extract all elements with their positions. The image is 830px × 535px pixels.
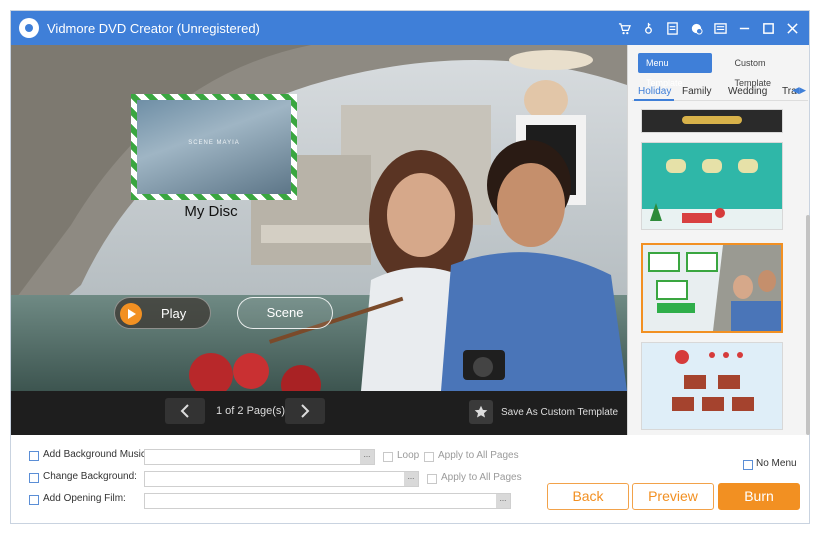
play-label: Play	[161, 306, 187, 321]
burn-button[interactable]: Burn	[718, 483, 800, 510]
background-music-checkbox[interactable]	[29, 451, 39, 461]
scene-button[interactable]: Scene	[237, 297, 333, 329]
apply-all-background-checkbox[interactable]	[427, 474, 437, 484]
cart-icon[interactable]	[615, 19, 633, 37]
thumbnail-caption: SCENE MAYIA	[188, 140, 240, 146]
template-panel: Menu Template Custom Template Holiday Fa…	[627, 45, 810, 435]
menu-preview: SCENE MAYIA My Disc Play Scene	[11, 45, 627, 391]
play-button[interactable]: Play	[114, 297, 211, 329]
template-tabs: Menu Template Custom Template	[638, 53, 809, 88]
title-bar: Vidmore DVD Creator (Unregistered)	[11, 11, 809, 45]
change-background-browse-button[interactable]: ...	[404, 472, 418, 486]
document-icon[interactable]	[663, 19, 681, 37]
opening-film-field[interactable]: ...	[144, 493, 511, 509]
save-template-label: Save As Custom Template	[501, 406, 619, 418]
app-window: Vidmore DVD Creator (Unregistered) SCENE…	[10, 10, 810, 524]
maximize-icon[interactable]	[759, 19, 777, 37]
background-music-label: Add Background Music:	[43, 449, 149, 460]
category-family[interactable]: Family	[682, 86, 711, 97]
disc-title[interactable]: My Disc	[151, 203, 271, 220]
prev-page-button[interactable]	[165, 398, 205, 424]
tab-custom-template[interactable]: Custom Template	[726, 53, 809, 88]
no-menu-label: No Menu	[756, 458, 797, 469]
opening-film-browse-button[interactable]: ...	[496, 494, 510, 508]
options-panel: Add Background Music: ... Loop Apply to …	[11, 435, 809, 523]
change-background-checkbox[interactable]	[29, 473, 39, 483]
category-scroll-arrows-icon[interactable]: ◀▶	[792, 85, 806, 96]
template-card[interactable]	[641, 142, 783, 230]
background-music-browse-button[interactable]: ...	[360, 450, 374, 464]
template-categories: Holiday Family Wedding Tra ◀▶	[632, 83, 808, 101]
title-bar-controls	[615, 19, 801, 37]
chevron-left-icon	[180, 404, 189, 418]
template-card[interactable]	[641, 342, 783, 430]
template-card-selected[interactable]	[641, 243, 783, 333]
apply-all-music-checkbox[interactable]	[424, 452, 434, 462]
background-photo	[11, 45, 627, 391]
loop-label: Loop	[397, 450, 420, 461]
save-as-custom-template-button[interactable]: Save As Custom Template	[469, 400, 618, 424]
background-music-field[interactable]: ...	[144, 449, 375, 465]
app-title: Vidmore DVD Creator (Unregistered)	[47, 21, 260, 36]
minimize-icon[interactable]	[735, 19, 753, 37]
disc-thumbnail[interactable]: SCENE MAYIA	[131, 94, 297, 200]
category-wedding[interactable]: Wedding	[728, 86, 767, 97]
opening-film-checkbox[interactable]	[29, 495, 39, 505]
change-background-field[interactable]: ...	[144, 471, 419, 487]
loop-checkbox[interactable]	[383, 452, 393, 462]
change-background-label: Change Background:	[43, 471, 137, 482]
preview-button[interactable]: Preview	[632, 483, 714, 510]
play-icon	[120, 303, 142, 325]
back-button[interactable]: Back	[547, 483, 629, 510]
page-nav-bar: 1 of 2 Page(s) Save As Custom Template	[11, 391, 627, 435]
feedback-icon[interactable]	[687, 19, 705, 37]
thumbnail-image: SCENE MAYIA	[137, 100, 291, 194]
apply-all-music-label: Apply to All Pages	[438, 450, 519, 461]
active-category-indicator	[634, 99, 674, 101]
template-scrollbar[interactable]	[806, 215, 810, 435]
template-card[interactable]	[641, 109, 783, 133]
no-menu-checkbox[interactable]	[743, 460, 753, 470]
next-page-button[interactable]	[285, 398, 325, 424]
category-holiday[interactable]: Holiday	[638, 86, 671, 97]
chevron-right-icon	[301, 404, 310, 418]
tab-menu-template[interactable]: Menu Template	[638, 53, 713, 88]
key-icon[interactable]	[639, 19, 657, 37]
star-icon	[469, 400, 493, 424]
page-indicator: 1 of 2 Page(s)	[216, 405, 286, 417]
apply-all-background-label: Apply to All Pages	[441, 472, 522, 483]
app-logo-icon	[19, 18, 39, 38]
menu-icon[interactable]	[711, 19, 729, 37]
opening-film-label: Add Opening Film:	[43, 493, 126, 504]
close-icon[interactable]	[783, 19, 801, 37]
